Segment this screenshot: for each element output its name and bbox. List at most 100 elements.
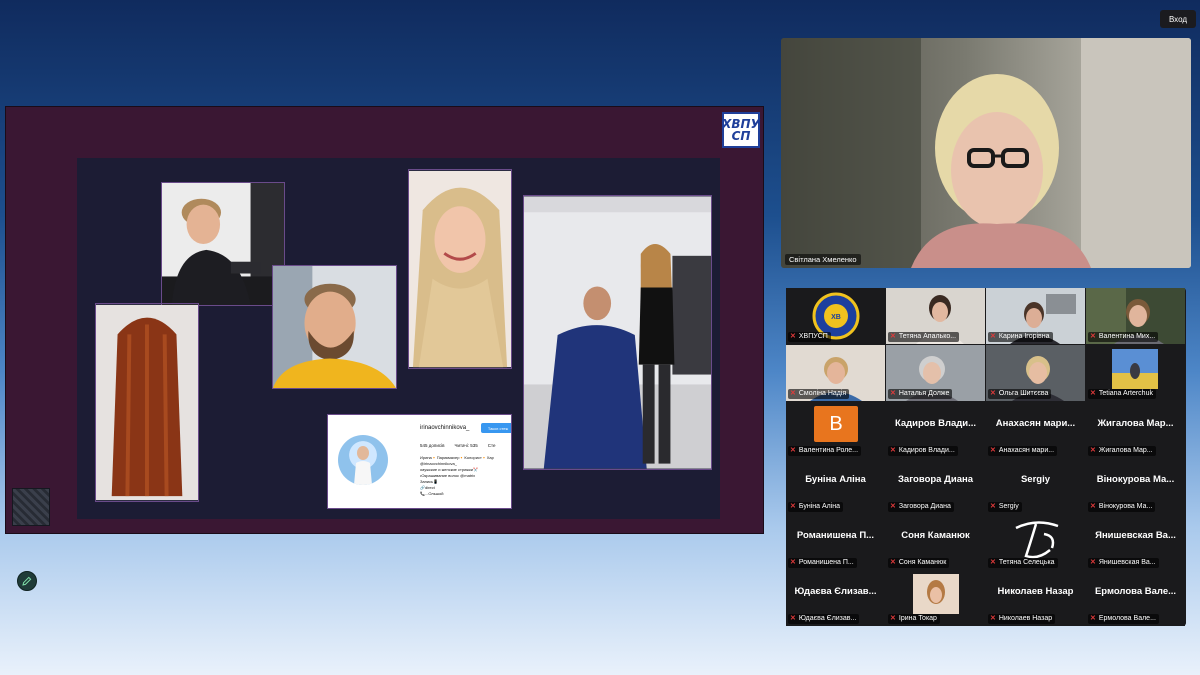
logo-bottom-text: СП — [731, 129, 751, 143]
participant-tile[interactable]: В ✕ Валентина Роле... — [786, 402, 885, 458]
participant-name-label: ✕ Ольга Шитєєва — [988, 389, 1052, 399]
participant-tile[interactable]: ✕ Наталья Должe — [886, 345, 985, 401]
mic-muted-icon: ✕ — [990, 503, 996, 510]
participant-tile[interactable]: Буніна Аліна ✕ Буніна Аліна — [786, 458, 885, 514]
annotate-button[interactable] — [17, 571, 37, 591]
participant-name: Вінокурова Ма... — [1098, 503, 1153, 510]
participant-display-name: Анахасян мари... — [995, 418, 1076, 429]
mic-muted-icon: ✕ — [1090, 447, 1096, 454]
participant-tile[interactable]: ✕ Ірина Токар — [886, 570, 985, 626]
participant-display-name: Кадиров Влади... — [894, 418, 977, 429]
participant-name: Tetiana Arterchuk — [1098, 390, 1153, 397]
participant-name: Sergiy — [998, 503, 1019, 510]
mic-muted-icon: ✕ — [990, 333, 996, 340]
participant-tile[interactable]: ✕ Tetiana Arterchuk — [1086, 345, 1185, 401]
speaker-video[interactable]: Світлана Хмеленко — [781, 38, 1191, 268]
participant-name-label: ✕ Ермолова Вале... — [1088, 614, 1159, 624]
mic-muted-icon: ✕ — [890, 390, 896, 397]
participant-display-name: Юдаєва Єлизав... — [794, 586, 877, 597]
participant-tile[interactable]: Кадиров Влади... ✕ Кадиров Влади... — [886, 402, 985, 458]
participant-tile[interactable]: ✕ Ольга Шитєєва — [986, 345, 1085, 401]
slide-photo-haircut-side — [161, 182, 285, 306]
participant-tile[interactable]: Заговора Диана ✕ Заговора Диана — [886, 458, 985, 514]
exit-button[interactable]: Вход — [1160, 10, 1196, 28]
participant-name: Ірина Токар — [898, 615, 937, 622]
participant-tile[interactable]: ✕ Карина Ігорівна — [986, 288, 1085, 344]
participant-name-label: ✕ Наталья Должe — [888, 389, 953, 399]
participant-name-label: ✕ Заговора Диана — [888, 502, 954, 512]
instagram-posts: 545 дописів — [420, 443, 445, 448]
participant-name-label: ✕ Николаев Назар — [988, 614, 1056, 624]
mic-muted-icon: ✕ — [790, 559, 796, 566]
participant-tile[interactable]: Sergiy ✕ Sergiy — [986, 458, 1085, 514]
mic-muted-icon: ✕ — [1090, 615, 1096, 622]
participant-display-name: Вінокурова Ма... — [1096, 474, 1175, 485]
participant-name: Карина Ігорівна — [998, 333, 1050, 340]
participant-tile[interactable]: Романишена П... ✕ Романишена П... — [786, 514, 885, 570]
instagram-readers: Читачі: 535 — [454, 443, 478, 448]
slide-thumbnail[interactable] — [12, 488, 50, 526]
participant-name: Заговора Диана — [898, 503, 951, 510]
instagram-stats: 545 дописів Читачі: 535 Сте — [420, 443, 496, 448]
participant-name-label: ✕ Смоліна Надія — [788, 389, 850, 399]
participant-gallery: ХВ ✕ ХВПУСП ✕ Тетяна Апалько... ✕ Карина Іг… — [786, 288, 1186, 626]
mic-muted-icon: ✕ — [990, 390, 996, 397]
participant-tile[interactable]: Юдаєва Єлизав... ✕ Юдаєва Єлизав... — [786, 570, 885, 626]
participant-name: Романишена П... — [798, 559, 854, 566]
participant-name-label: ✕ Жигалова Мар... — [1088, 446, 1156, 456]
participant-name-label: ✕ Янишевская Ва... — [1088, 558, 1159, 568]
participant-name-label: ✕ Тетяна Селецька — [988, 558, 1058, 568]
participant-tile[interactable]: Ермолова Вале... ✕ Ермолова Вале... — [1086, 570, 1185, 626]
participant-tile[interactable]: ✕ Тетяна Апалько... — [886, 288, 985, 344]
mic-muted-icon: ✕ — [890, 615, 896, 622]
participant-tile[interactable]: Жигалова Мар... ✕ Жигалова Мар... — [1086, 402, 1185, 458]
mic-muted-icon: ✕ — [1090, 503, 1096, 510]
participant-tile[interactable]: Янишевская Ва... ✕ Янишевская Ва... — [1086, 514, 1185, 570]
participant-avatar: В — [814, 406, 858, 442]
participant-name: Янишевская Ва... — [1098, 559, 1156, 566]
participant-name: Тетяна Апалько... — [898, 333, 957, 340]
participant-name: Наталья Должe — [898, 390, 950, 397]
participant-display-name: Буніна Аліна — [805, 474, 866, 485]
instagram-following: Сте — [487, 443, 496, 448]
participant-display-name: Соня Каманюк — [901, 530, 970, 541]
participant-name-label: ✕ Буніна Аліна — [788, 502, 844, 512]
mic-muted-icon: ✕ — [790, 447, 796, 454]
participant-name: Ермолова Вале... — [1098, 615, 1156, 622]
participant-display-name: Янишевская Ва... — [1095, 530, 1176, 541]
participant-display-name: Заговора Диана — [897, 474, 974, 485]
mic-muted-icon: ✕ — [890, 503, 896, 510]
participant-display-name: Ермолова Вале... — [1094, 586, 1177, 597]
participant-tile[interactable]: Соня Каманюк ✕ Соня Каманюк — [886, 514, 985, 570]
participant-display-name: Николаев Назар — [997, 586, 1074, 597]
participant-tile[interactable]: Вінокурова Ма... ✕ Вінокурова Ма... — [1086, 458, 1185, 514]
speaker-name-label: Світлана Хмеленко — [785, 254, 861, 265]
participant-tile[interactable]: ✕ Смоліна Надія — [786, 345, 885, 401]
participant-name: ХВПУСП — [798, 333, 828, 340]
participant-display-name: Жигалова Мар... — [1097, 418, 1174, 429]
instagram-follow-button: Такоє стеж — [481, 423, 511, 433]
participant-name: Буніна Аліна — [798, 503, 841, 510]
participant-tile[interactable]: Анахасян мари... ✕ Анахасян мари... — [986, 402, 1085, 458]
participant-tile[interactable]: ХВ ✕ ХВПУСП — [786, 288, 885, 344]
instagram-bio-line: 📞...Ольшой — [420, 491, 444, 496]
slide-photo-salon-scene — [523, 195, 712, 470]
participant-name-label: ✕ ХВПУСП — [788, 332, 831, 342]
mic-muted-icon: ✕ — [1090, 390, 1096, 397]
participant-tile[interactable]: ✕ Валентина Мих... — [1086, 288, 1185, 344]
participant-name: Валентина Мих... — [1098, 333, 1156, 340]
participant-name: Валентина Роле... — [798, 447, 859, 454]
shared-screen-logo: ХВПУ СП — [722, 112, 760, 148]
participant-name-label: ✕ Соня Каманюк — [888, 558, 950, 568]
slide-instagram-card: irinaovchinnikova_ Такоє стеж 545 дописі… — [327, 414, 512, 509]
pencil-icon — [22, 576, 32, 586]
participant-name: Юдаєва Єлизав... — [798, 615, 857, 622]
participant-name-label: ✕ Кадиров Влади... — [888, 446, 958, 456]
instagram-avatar — [338, 435, 388, 485]
participant-name-label: ✕ Sergiy — [988, 502, 1022, 512]
mic-muted-icon: ✕ — [790, 333, 796, 340]
mic-muted-icon: ✕ — [790, 615, 796, 622]
mic-muted-icon: ✕ — [1090, 559, 1096, 566]
participant-tile[interactable]: Николаев Назар ✕ Николаев Назар — [986, 570, 1085, 626]
participant-tile[interactable]: ✕ Тетяна Селецька — [986, 514, 1085, 570]
